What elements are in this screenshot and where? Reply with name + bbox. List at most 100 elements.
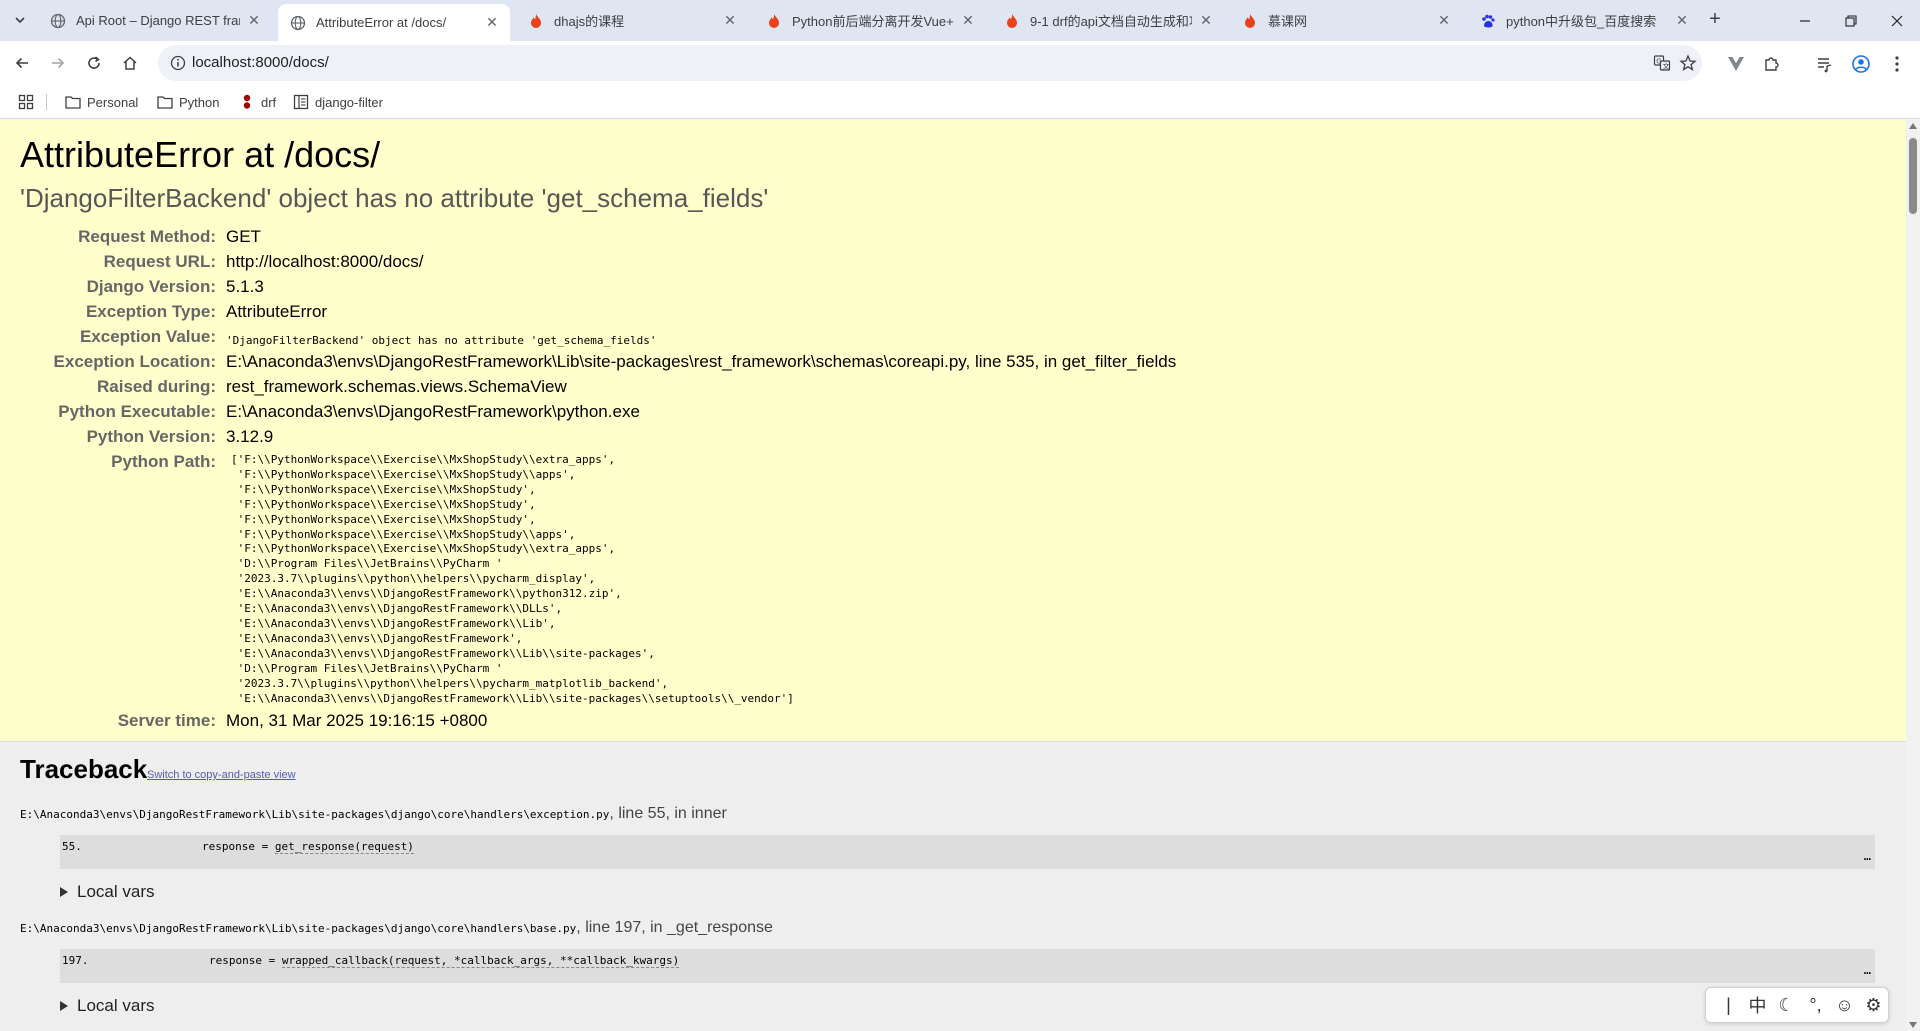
disclosure-triangle-icon: [60, 887, 68, 897]
code-line-number: 197.: [62, 954, 89, 967]
python-path-entry: 'D:\\Program Files\\JetBrains\\PyCharm ': [231, 661, 503, 675]
meta-key: Raised during:: [96, 377, 216, 396]
tab-api-root[interactable]: Api Root – Django REST framework ✕: [38, 4, 272, 37]
scroll-up-arrow-icon[interactable]: [1909, 123, 1917, 129]
tab-baidu-search[interactable]: python中升级包_百度搜索 ✕: [1468, 4, 1700, 37]
scroll-down-arrow-icon[interactable]: [1909, 1022, 1917, 1028]
close-tab-icon[interactable]: ✕: [246, 12, 262, 29]
code-call: wrapped_callback(request, *callback_args…: [281, 954, 680, 968]
scrollbar-thumb[interactable]: [1909, 138, 1917, 214]
ime-settings-gear-icon[interactable]: ⚙: [1859, 995, 1888, 1016]
ime-emoji-icon[interactable]: ☺: [1830, 995, 1859, 1016]
tab-attribute-error[interactable]: AttributeError at /docs/ ✕: [278, 4, 510, 41]
meta-value: E:\Anaconda3\envs\DjangoRestFramework\py…: [226, 402, 640, 421]
site-info-icon[interactable]: [170, 55, 186, 71]
tab-search-chevron-icon[interactable]: [8, 8, 32, 32]
vue-devtools-icon[interactable]: [1725, 53, 1747, 75]
code-prefix: response =: [202, 840, 275, 853]
doc-icon: [293, 94, 309, 110]
svg-text:文: 文: [1663, 62, 1670, 71]
ime-toolbar: | 中 ☾ °, ☺ ⚙: [1705, 987, 1889, 1023]
bookmark-personal[interactable]: Personal: [65, 93, 138, 111]
bookmark-django-filter[interactable]: django-filter: [293, 93, 383, 111]
tab-title: 慕课网: [1268, 14, 1308, 29]
apps-grid-icon[interactable]: [18, 93, 34, 111]
python-path-entry: 'E:\\Anaconda3\\envs\\DjangoRestFramewor…: [231, 616, 556, 630]
page-scrollbar[interactable]: [1906, 120, 1920, 1031]
meta-key: Request Method:: [78, 227, 216, 246]
error-summary: AttributeError at /docs/ 'DjangoFilterBa…: [0, 120, 1906, 742]
close-tab-icon[interactable]: ✕: [1674, 12, 1690, 29]
meta-value: 3.12.9: [226, 427, 274, 446]
meta-value: AttributeError: [226, 302, 328, 321]
python-path-entry: 'F:\\PythonWorkspace\\Exercise\\MxShopSt…: [231, 467, 576, 481]
imooc-flame-icon: [1004, 13, 1020, 29]
expand-context-dots[interactable]: …: [1864, 849, 1871, 863]
home-icon[interactable]: [116, 49, 144, 77]
address-bar[interactable]: localhost:8000/docs/ G文: [158, 45, 1702, 81]
extensions-puzzle-icon[interactable]: [1761, 53, 1783, 75]
svg-text:G: G: [1656, 57, 1661, 65]
tab-drf-api-docs[interactable]: 9-1 drf的api文档自动生成和功能 ✕: [992, 4, 1224, 37]
python-path-entry: 'E:\\Anaconda3\\envs\\DjangoRestFramewor…: [231, 691, 794, 705]
close-tab-icon[interactable]: ✕: [722, 12, 738, 29]
meta-key: Exception Type:: [85, 302, 216, 321]
close-tab-icon[interactable]: ✕: [1436, 12, 1452, 29]
meta-key: Server time:: [117, 711, 216, 730]
ime-caret-icon[interactable]: |: [1714, 995, 1743, 1016]
bookmark-python[interactable]: Python: [157, 93, 219, 111]
python-path-entry: 'E:\\Anaconda3\\envs\\DjangoRestFramewor…: [231, 587, 622, 601]
frame-file: E:\Anaconda3\envs\DjangoRestFramework\Li…: [20, 922, 577, 935]
tab-dhajs-course[interactable]: dhajs的课程 ✕: [516, 4, 748, 37]
forward-arrow-icon[interactable]: [44, 49, 72, 77]
close-tab-icon[interactable]: ✕: [1198, 12, 1214, 29]
python-path-entry: 'D:\\Program Files\\JetBrains\\PyCharm ': [231, 557, 503, 571]
bookmark-drf[interactable]: drf: [239, 93, 276, 111]
ime-moon-icon[interactable]: ☾: [1772, 995, 1801, 1016]
reload-icon[interactable]: [80, 49, 108, 77]
media-playlist-icon[interactable]: [1814, 53, 1836, 75]
bookmark-label: Personal: [87, 94, 139, 110]
bookmark-label: drf: [261, 94, 277, 110]
code-line-number: 55.: [62, 840, 82, 853]
python-path-entry: 'F:\\PythonWorkspace\\Exercise\\MxShopSt…: [231, 497, 536, 511]
meta-key: Python Path:: [111, 452, 216, 471]
bookmark-star-icon[interactable]: [1678, 53, 1698, 73]
bookmark-label: Python: [179, 94, 220, 110]
translate-icon[interactable]: G文: [1652, 53, 1672, 73]
kebab-menu-icon[interactable]: [1886, 53, 1908, 75]
tab-python-vue-django[interactable]: Python前后端分离开发Vue+Django ✕: [754, 4, 986, 37]
close-tab-icon[interactable]: ✕: [960, 12, 976, 29]
expand-context-dots[interactable]: …: [1864, 963, 1871, 977]
tab-title: AttributeError at /docs/: [316, 15, 447, 30]
meta-value: E:\Anaconda3\envs\DjangoRestFramework\Li…: [226, 352, 1177, 371]
page-viewport: AttributeError at /docs/ 'DjangoFilterBa…: [0, 120, 1906, 1031]
bookmarks-bar: Personal Python drf django-filter: [0, 85, 1920, 119]
frame-code-line[interactable]: 197. response = wrapped_callback(request…: [60, 949, 1875, 983]
python-path-entry: 'F:\\PythonWorkspace\\Exercise\\MxShopSt…: [231, 527, 576, 541]
local-vars-toggle[interactable]: Local vars: [60, 996, 154, 1016]
new-tab-plus-icon[interactable]: +: [1703, 8, 1727, 32]
tab-title: dhajs的课程: [554, 14, 625, 29]
meta-key: Request URL:: [103, 252, 216, 271]
frame-location: , line 55, in inner: [609, 805, 727, 822]
close-window-icon[interactable]: [1874, 0, 1920, 41]
drf-icon: [239, 94, 255, 110]
globe-icon: [50, 13, 66, 29]
frame-code-line[interactable]: 55. response = get_response(request) …: [60, 835, 1875, 869]
profile-avatar-icon[interactable]: [1850, 53, 1872, 75]
tab-imooc[interactable]: 慕课网 ✕: [1230, 4, 1462, 37]
close-tab-icon[interactable]: ✕: [484, 14, 500, 31]
restore-icon[interactable]: [1828, 0, 1874, 41]
globe-icon: [290, 15, 306, 31]
ime-chinese-mode-icon[interactable]: 中: [1743, 992, 1772, 1018]
meta-value: GET: [226, 227, 261, 246]
code-call: get_response(request): [274, 840, 414, 854]
local-vars-toggle[interactable]: Local vars: [60, 882, 154, 902]
minimize-icon[interactable]: [1782, 0, 1828, 41]
python-path-entry: '2023.3.7\\plugins\\python\\helpers\\pyc…: [231, 676, 669, 690]
meta-key: Python Executable:: [58, 402, 216, 421]
back-arrow-icon[interactable]: [8, 49, 36, 77]
switch-copy-paste-link[interactable]: Switch to copy-and-paste view: [147, 769, 296, 781]
ime-punctuation-icon[interactable]: °,: [1801, 995, 1830, 1016]
